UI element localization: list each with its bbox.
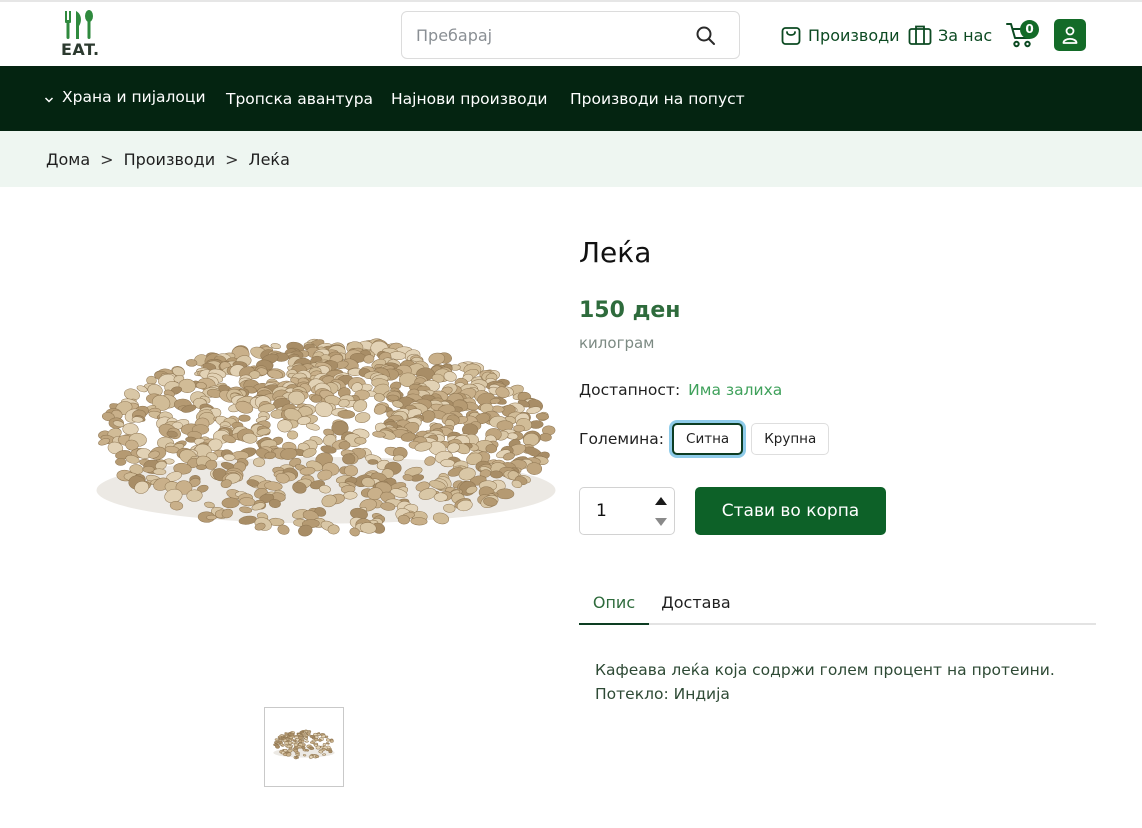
- cart-count-badge: 0: [1020, 20, 1039, 39]
- header-products-link[interactable]: Производи: [780, 22, 900, 48]
- size-selector: Големина: Ситна Крупна: [579, 423, 830, 455]
- nav-item-label: Производи на попуст: [570, 89, 745, 108]
- breadcrumb-separator: >: [225, 149, 239, 169]
- size-label: Големина:: [579, 430, 665, 448]
- nav-item-label: Тропска авантура: [226, 89, 374, 108]
- nav-item-label: Храна и пијалоци: [62, 87, 206, 106]
- search-input[interactable]: [416, 12, 686, 58]
- search-box: [401, 11, 740, 59]
- briefcase-icon: [908, 24, 932, 46]
- nav-item-newest[interactable]: Најнови производи: [391, 66, 547, 131]
- breadcrumb-home[interactable]: Дома: [46, 150, 90, 169]
- main-navigation: Храна и пијалоци Тропска авантура Најнов…: [0, 66, 1142, 131]
- tab-delivery[interactable]: Достава: [657, 583, 735, 625]
- breadcrumb-products[interactable]: Производи: [124, 150, 216, 169]
- nav-item-label: Најнови производи: [391, 89, 548, 108]
- product-title: Леќа: [579, 236, 652, 269]
- nav-item-discounts[interactable]: Производи на попуст: [570, 66, 745, 131]
- shopping-bag-icon: [780, 24, 802, 46]
- availability-value: Има залиха: [688, 381, 783, 399]
- user-icon: [1062, 26, 1078, 44]
- header-about-link[interactable]: За нас: [908, 22, 992, 48]
- product-unit: килограм: [579, 334, 655, 352]
- availability-label: Достапност:: [579, 381, 681, 399]
- increment-arrow-icon[interactable]: [653, 492, 669, 510]
- breadcrumb-bar: Дома > Производи > Леќа: [0, 131, 1142, 187]
- nav-item-tropical[interactable]: Тропска авантура: [226, 66, 373, 131]
- nav-item-food-drinks[interactable]: Храна и пијалоци: [44, 66, 206, 131]
- search-icon[interactable]: [695, 25, 717, 47]
- lentils-pile-image: [96, 338, 556, 537]
- product-description: Кафеава леќа која содржи голем процент н…: [595, 658, 1085, 706]
- description-line: Потекло: Индија: [595, 685, 730, 703]
- decrement-arrow-icon[interactable]: [653, 513, 669, 531]
- product-tabs: Опис Достава: [579, 583, 1096, 625]
- add-to-cart-button[interactable]: Стави во корпа: [695, 487, 886, 535]
- brand-logo-text: EAT.: [61, 40, 100, 59]
- product-image[interactable]: [46, 288, 564, 630]
- breadcrumb-current: Леќа: [248, 149, 290, 169]
- product-thumbnail[interactable]: [264, 707, 344, 787]
- utensils-icon: [65, 10, 93, 39]
- breadcrumb: Дома > Производи > Леќа: [46, 131, 290, 187]
- header-about-label: За нас: [938, 25, 993, 45]
- description-line: Кафеава леќа која содржи голем процент н…: [595, 661, 1055, 679]
- top-header: EAT. Производи За нас: [0, 0, 1142, 66]
- product-price: 150 ден: [579, 298, 681, 323]
- tab-description[interactable]: Опис: [579, 583, 649, 625]
- breadcrumb-separator: >: [100, 149, 114, 169]
- lentils-thumbnail-image: [273, 729, 335, 760]
- availability-row: Достапност: Има залиха: [579, 381, 782, 399]
- quantity-stepper[interactable]: 1: [579, 487, 675, 535]
- chevron-down-icon: [44, 90, 54, 108]
- header-products-label: Производи: [808, 25, 900, 45]
- account-button[interactable]: [1054, 19, 1086, 51]
- size-option-small[interactable]: Ситна: [672, 423, 744, 455]
- quantity-value[interactable]: 1: [596, 488, 607, 534]
- size-option-large[interactable]: Крупна: [751, 423, 830, 455]
